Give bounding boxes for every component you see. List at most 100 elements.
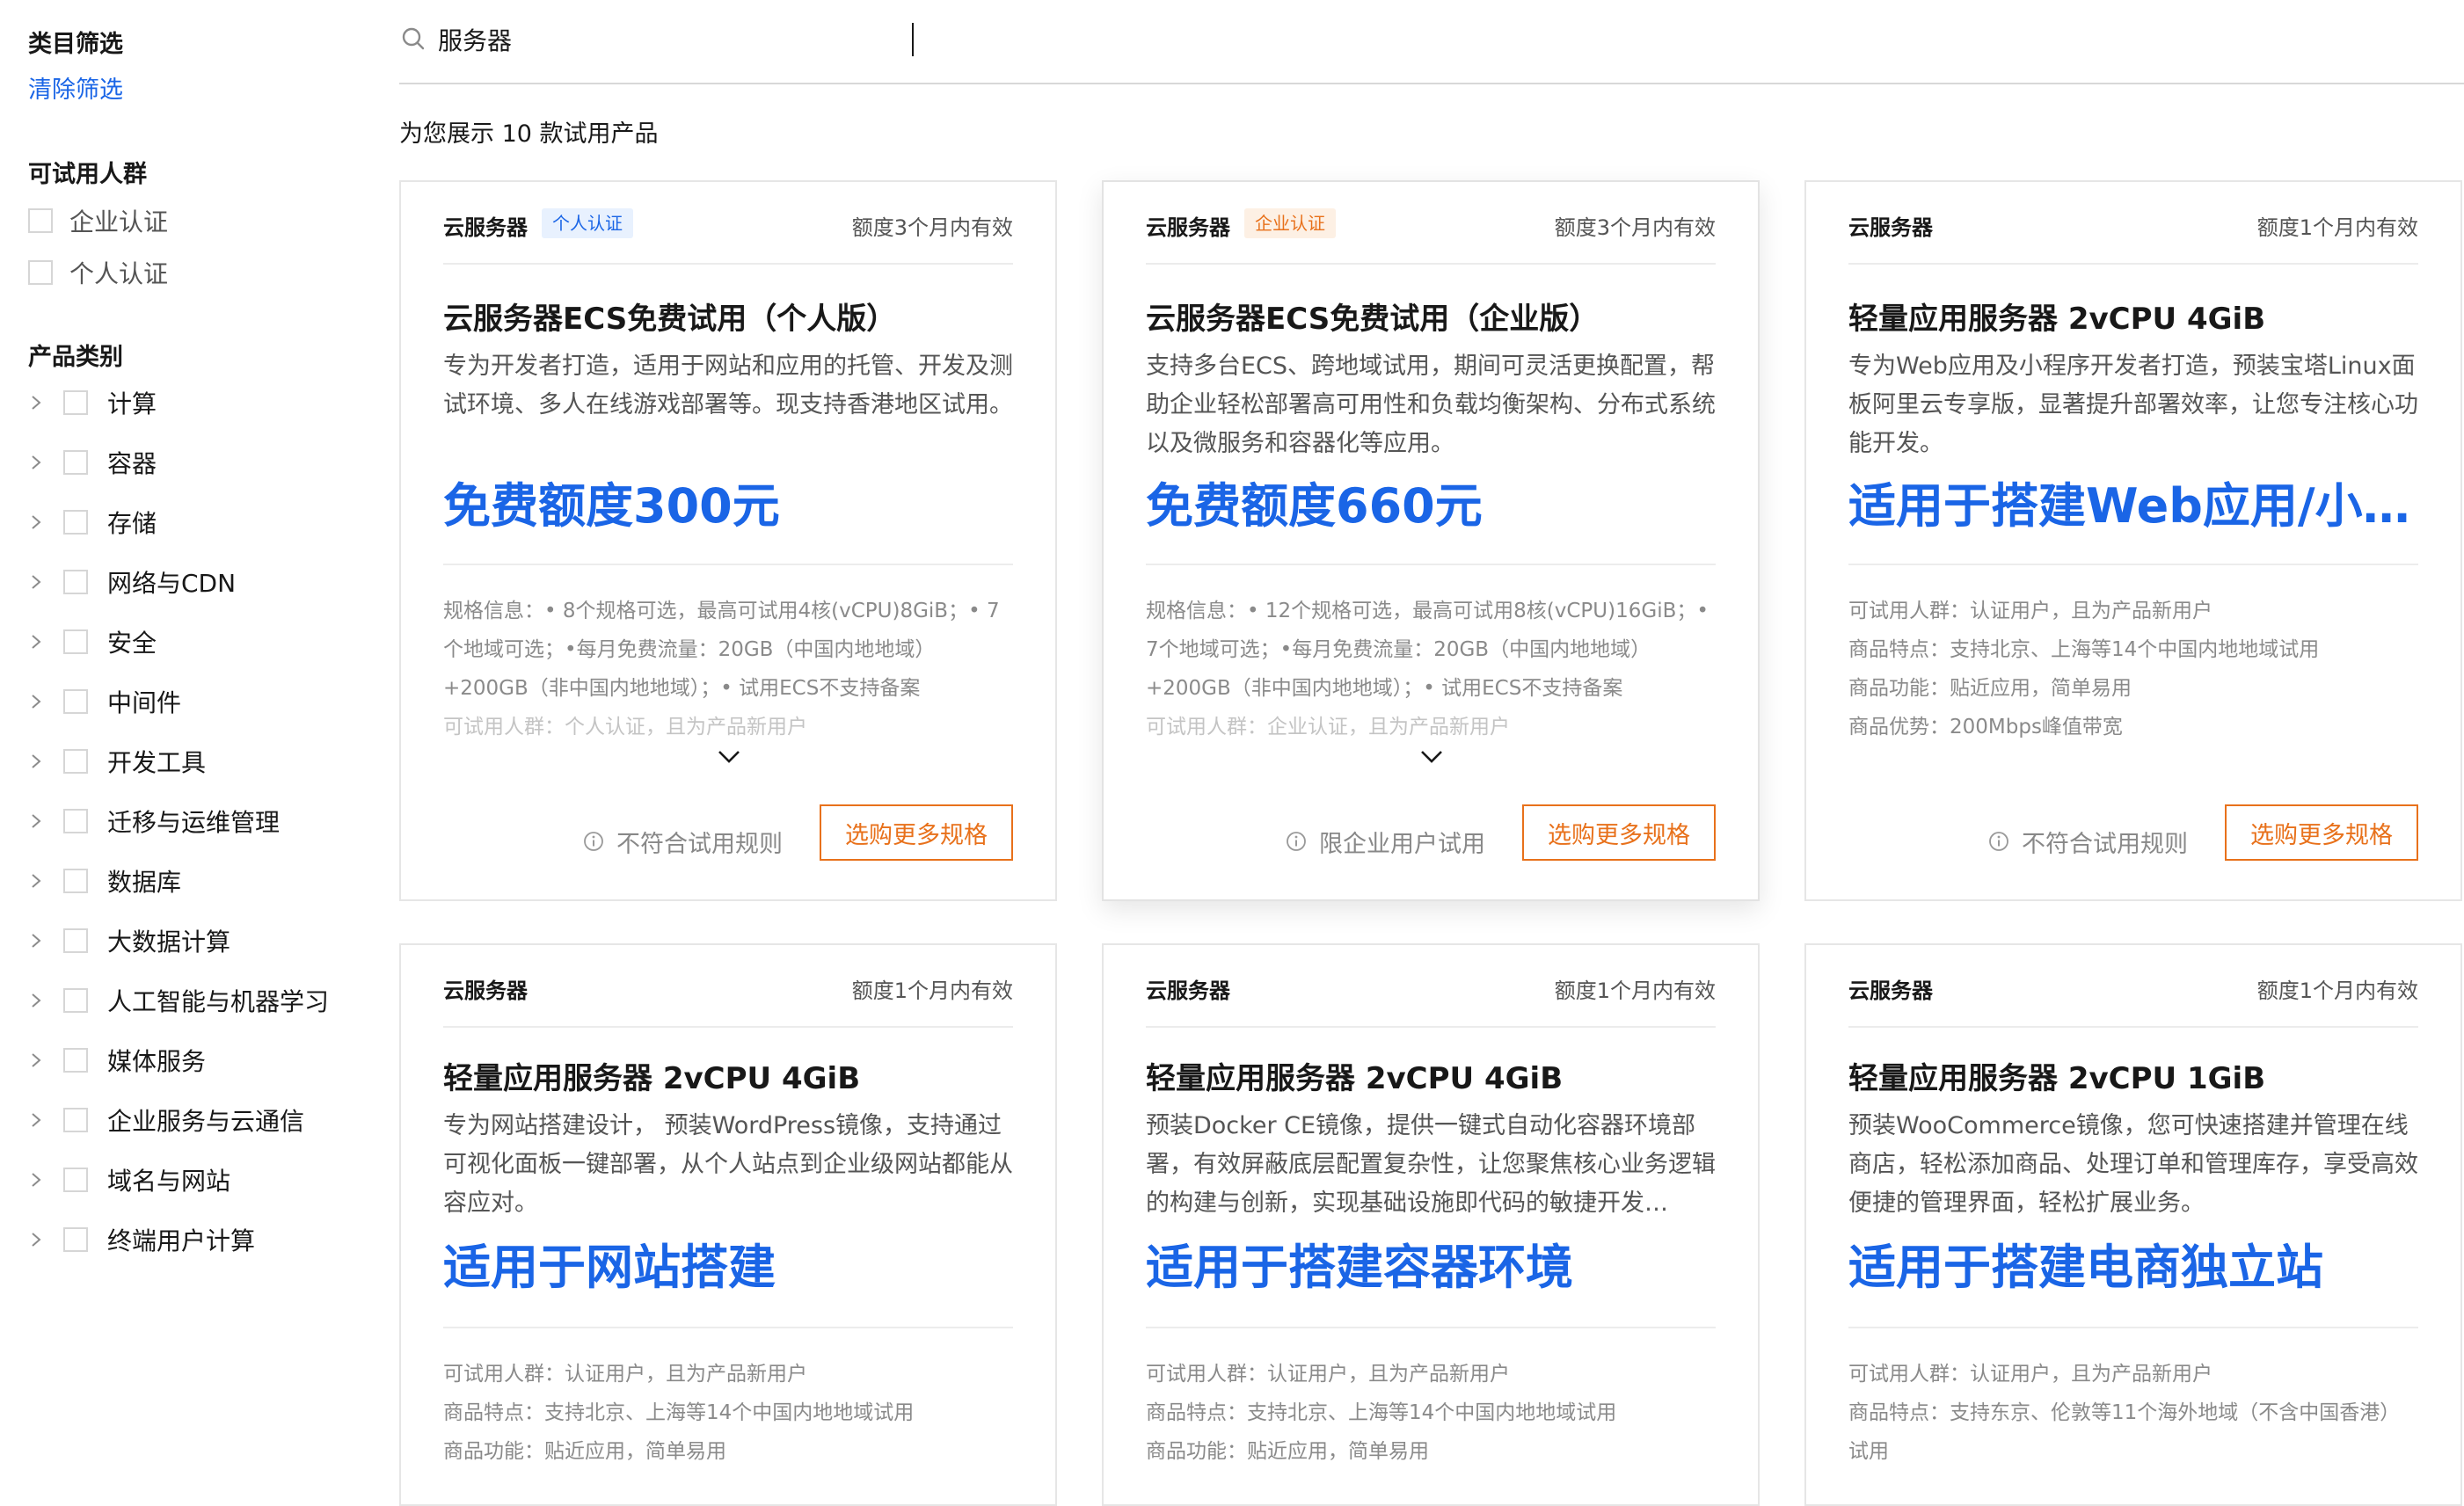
card-title: 轻量应用服务器 2vCPU 1GiB bbox=[1848, 1061, 2266, 1096]
auth-badge: 个人认证 bbox=[542, 208, 633, 238]
checkbox[interactable] bbox=[63, 988, 88, 1013]
chevron-right-icon[interactable] bbox=[28, 634, 44, 650]
card-header: 云服务器 额度1个月内有效 bbox=[1848, 182, 2418, 265]
product-card[interactable]: 云服务器 额度1个月内有效 轻量应用服务器 2vCPU 4GiB 专为网站搭建设计， … bbox=[399, 943, 1057, 1506]
search-bar bbox=[399, 0, 2464, 84]
spec-line: 商品优势：200Mbps峰值带宽 bbox=[1848, 716, 2123, 738]
checkbox[interactable] bbox=[63, 928, 88, 953]
category-row[interactable]: 终端用户计算 bbox=[28, 1220, 255, 1259]
checkbox[interactable] bbox=[63, 629, 88, 654]
category-row[interactable]: 存储 bbox=[28, 503, 157, 542]
chevron-right-icon[interactable] bbox=[28, 753, 44, 769]
chevron-right-icon[interactable] bbox=[28, 574, 44, 590]
spec-line: 可试用人群：企业认证，且为产品新用户 bbox=[1146, 716, 1510, 738]
category-row[interactable]: 大数据计算 bbox=[28, 921, 230, 960]
checkbox[interactable] bbox=[63, 1168, 88, 1192]
spec-line: +200GB（非中国内地地域）；• 试用ECS不支持备案 bbox=[443, 677, 921, 700]
trial-rule-note[interactable]: 限企业用户试用 bbox=[1286, 813, 1485, 869]
audience-option-personal[interactable]: 个人认证 bbox=[28, 255, 168, 290]
product-card[interactable]: 云服务器 个人认证 额度3个月内有效 云服务器ECS免费试用（个人版） 专为开发者打造，… bbox=[399, 180, 1057, 901]
category-row[interactable]: 中间件 bbox=[28, 682, 181, 721]
category-row[interactable]: 迁移与运维管理 bbox=[28, 802, 280, 840]
trial-rule-text: 限企业用户试用 bbox=[1319, 830, 1485, 858]
card-highlight: 适用于搭建容器环境 bbox=[1146, 1240, 1573, 1295]
spec-line: 商品特点：支持东京、伦敦等11个海外地域（不含中国香港） bbox=[1848, 1401, 2401, 1424]
card-title: 轻量应用服务器 2vCPU 4GiB bbox=[443, 1061, 861, 1096]
card-title: 轻量应用服务器 2vCPU 4GiB bbox=[1146, 1061, 1564, 1096]
spec-line: 规格信息：• 12个规格可选，最高可试用8核(vCPU)16GiB；• bbox=[1146, 600, 1709, 622]
product-card[interactable]: 云服务器 额度1个月内有效 轻量应用服务器 2vCPU 4GiB 预装Docker C… bbox=[1102, 943, 1760, 1506]
category-label: 中间件 bbox=[107, 688, 182, 717]
category-row[interactable]: 安全 bbox=[28, 622, 157, 661]
card-header: 云服务器 额度1个月内有效 bbox=[1848, 945, 2418, 1028]
card-description: 专为Web应用及小程序开发者打造，预装宝塔Linux面板阿里云专享版，显著提升部… bbox=[1848, 353, 2418, 457]
spec-line: 商品功能：贴近应用，简单易用 bbox=[443, 1440, 726, 1463]
card-divider bbox=[443, 1327, 1013, 1328]
quota-validity: 额度1个月内有效 bbox=[2256, 215, 2418, 240]
checkbox[interactable] bbox=[63, 450, 88, 475]
info-icon bbox=[1287, 832, 1306, 851]
product-card[interactable]: 云服务器 额度1个月内有效轻量应用服务器 2vCPU 4GiB 专为Web应用及小程… bbox=[1804, 180, 2462, 901]
checkbox[interactable] bbox=[63, 390, 88, 415]
chevron-right-icon[interactable] bbox=[28, 1052, 44, 1068]
spec-line: 商品特点：支持北京、上海等14个中国内地地域试用 bbox=[1146, 1401, 1617, 1424]
checkbox[interactable] bbox=[63, 869, 88, 893]
category-filter-heading: 类目筛选 bbox=[28, 31, 123, 58]
category-row[interactable]: 媒体服务 bbox=[28, 1041, 206, 1080]
category-row[interactable]: 网络与CDN bbox=[28, 563, 236, 601]
checkbox[interactable] bbox=[63, 689, 88, 714]
category-row[interactable]: 企业服务与云通信 bbox=[28, 1101, 304, 1139]
card-category: 云服务器 bbox=[1146, 979, 1230, 1003]
checkbox[interactable] bbox=[63, 809, 88, 833]
checkbox[interactable] bbox=[63, 1108, 88, 1132]
chevron-right-icon[interactable] bbox=[28, 1112, 44, 1128]
chevron-right-icon[interactable] bbox=[28, 933, 44, 949]
checkbox[interactable] bbox=[28, 208, 53, 233]
checkbox[interactable] bbox=[63, 1048, 88, 1073]
quota-validity: 额度3个月内有效 bbox=[851, 215, 1013, 240]
chevron-right-icon[interactable] bbox=[28, 694, 44, 709]
category-row[interactable]: 人工智能与机器学习 bbox=[28, 981, 329, 1020]
product-card[interactable]: 云服务器 企业认证 额度3个月内有效 云服务器ECS免费试用（企业版） 支持多台ECS、… bbox=[1102, 180, 1760, 901]
search-input[interactable] bbox=[438, 18, 1493, 62]
chevron-down-icon[interactable] bbox=[1418, 746, 1446, 768]
chevron-down-icon[interactable] bbox=[715, 746, 743, 768]
chevron-right-icon[interactable] bbox=[28, 395, 44, 411]
category-row[interactable]: 域名与网站 bbox=[28, 1160, 230, 1199]
buy-more-specs-button[interactable]: 选购更多规格 bbox=[820, 804, 1013, 861]
spec-line: 可试用人群：认证用户，且为产品新用户 bbox=[1848, 1363, 2212, 1386]
category-label: 计算 bbox=[107, 389, 157, 418]
trial-rule-note[interactable]: 不符合试用规则 bbox=[583, 813, 783, 869]
card-category: 云服务器 bbox=[1848, 979, 1933, 1003]
checkbox[interactable] bbox=[63, 749, 88, 774]
buy-more-specs-button[interactable]: 选购更多规格 bbox=[1522, 804, 1716, 861]
chevron-right-icon[interactable] bbox=[28, 1232, 44, 1248]
chevron-right-icon[interactable] bbox=[28, 1172, 44, 1188]
chevron-right-icon[interactable] bbox=[28, 455, 44, 470]
category-label: 企业服务与云通信 bbox=[107, 1107, 305, 1136]
checkbox[interactable] bbox=[28, 260, 53, 285]
category-row[interactable]: 计算 bbox=[28, 383, 157, 422]
category-label: 媒体服务 bbox=[107, 1047, 207, 1076]
trial-rule-note[interactable]: 不符合试用规则 bbox=[1988, 813, 2188, 869]
category-row[interactable]: 数据库 bbox=[28, 862, 181, 900]
chevron-right-icon[interactable] bbox=[28, 514, 44, 530]
audience-option-enterprise[interactable]: 企业认证 bbox=[28, 203, 168, 238]
card-description: 预装WooCommerce镜像，您可快速搭建并管理在线商店，轻松添加商品、处理订… bbox=[1848, 1112, 2418, 1217]
category-row[interactable]: 容器 bbox=[28, 443, 157, 482]
checkbox[interactable] bbox=[63, 570, 88, 594]
clear-filter-link[interactable]: 清除筛选 bbox=[28, 70, 123, 105]
chevron-right-icon[interactable] bbox=[28, 873, 44, 889]
card-title: 轻量应用服务器 2vCPU 4GiB bbox=[1848, 302, 2266, 337]
card-description: 支持多台ECS、跨地域试用，期间可灵活更换配置，帮助企业轻松部署高可用性和负载均… bbox=[1146, 353, 1716, 457]
chevron-right-icon[interactable] bbox=[28, 993, 44, 1008]
chevron-right-icon[interactable] bbox=[28, 813, 44, 829]
buy-more-specs-button[interactable]: 选购更多规格 bbox=[2225, 804, 2418, 861]
checkbox[interactable] bbox=[63, 510, 88, 535]
category-label: 迁移与运维管理 bbox=[107, 808, 281, 837]
checkbox[interactable] bbox=[63, 1227, 88, 1252]
product-card[interactable]: 云服务器 额度1个月内有效轻量应用服务器 2vCPU 1GiB 预装WooComme… bbox=[1804, 943, 2462, 1506]
spec-info: 可试用人群：认证用户，且为产品新用户 商品特点：支持北京、上海等14个中国内地地域… bbox=[443, 1355, 1013, 1471]
category-row[interactable]: 开发工具 bbox=[28, 742, 206, 781]
search-icon bbox=[402, 27, 425, 50]
